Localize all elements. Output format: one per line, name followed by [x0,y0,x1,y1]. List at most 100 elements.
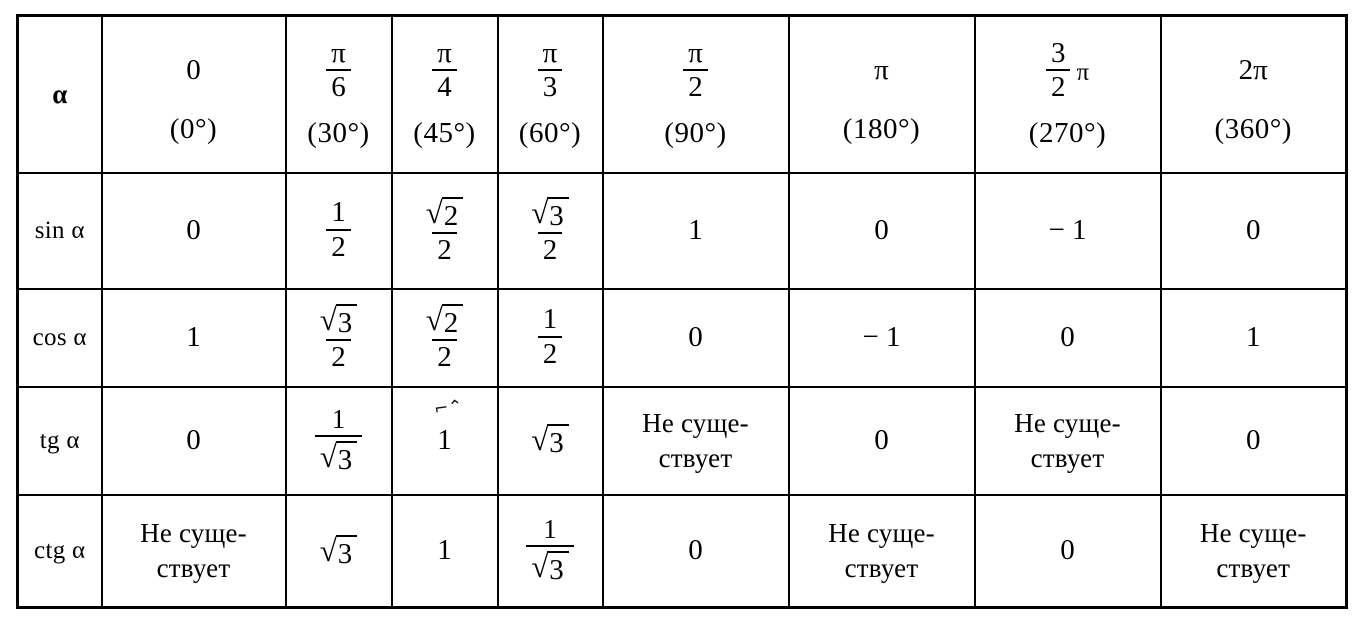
cell-content: 1 [1162,290,1346,386]
angle-degrees: (60°) [518,116,582,149]
value-text: 1 [688,214,703,246]
cell-content: 1 √ 3 [287,388,391,494]
fraction: 1 √ 3 [314,404,363,475]
cell-ctg-4: 0 [601,493,790,609]
cell-content: Не суще- ствует [103,496,285,607]
value-text: 1 [437,534,452,567]
fraction-numerator: 1 [331,196,346,229]
cell-ctg-6: 0 [973,493,1162,609]
radical-sqrt-3: √ 3 [531,549,569,585]
fraction-numerator: √ 3 [315,302,363,339]
value-text: 1 [186,321,201,353]
fraction-denominator: √ 3 [314,434,363,475]
cell-content: √ 2 2 [393,290,497,386]
cell-content: − 1 [976,174,1160,288]
cell-content: α [19,17,101,172]
fraction-denominator: 2 [432,339,457,373]
angle-degrees: (45°) [413,116,476,149]
undefined-value-text: Не суще- ствует [828,518,935,583]
radicand-value: 2 [441,303,464,338]
radical-sqrt-3: √ 3 [531,422,569,459]
angle-header-content: 2π (360°) [1162,17,1346,172]
fraction-numerator: 1 [331,404,346,435]
cell-content: 0 [790,174,974,288]
fraction-numerator: 1 [543,514,557,545]
header-cell-angle-7: 2π (360°) [1159,14,1348,174]
table-header-row: α 0 (0°) π 6 (30°) π 4 (45°) π 3 (60°) π 2 (90°) π (180°… [16,14,1348,174]
cell-tg-3: √ 3 [496,385,604,496]
angle-radians: π6 [326,38,351,103]
radicand-value: 3 [547,196,569,231]
cell-content: 1 [103,290,285,386]
angle-radians: π3 [537,38,563,103]
cell-content: √ 2 2 [393,174,497,288]
value-text: 0 [1060,321,1075,353]
value-text: − 1 [1048,214,1087,246]
radicand-value: 2 [441,196,464,231]
cell-sin-5: 0 [787,171,976,290]
value-text: 0 [688,321,703,353]
pi-symbol: π [1076,58,1090,86]
fraction: π2 [683,36,708,103]
radicand-value: 3 [335,534,358,569]
undefined-value-text: Не суще- ствует [642,407,749,473]
value-text: − 1 [862,321,901,353]
cell-content: 12 [499,290,602,386]
fraction: π4 [432,38,457,103]
cell-ctg-5: Не суще- ствует [787,493,976,609]
fraction-denominator: 2 [326,339,351,373]
angle-radians: 2π [1239,43,1268,99]
cell-cos-5: − 1 [787,287,976,388]
radical-sign-icon: √ [531,548,549,584]
angle-radians-value: π [874,54,889,87]
radical-sqrt-2: √ 2 [426,302,464,338]
cell-content: 0 [103,388,285,494]
undefined-value-text: Не суще- ствует [1014,407,1121,473]
cell-content: 0 [103,174,285,288]
cell-sin-0: 0 [100,171,287,290]
radicand-value: 3 [547,550,569,585]
cell-content: 0 [790,388,974,494]
cell-content: Не суще- ствует [790,496,974,607]
cell-content: ctg α [19,496,101,607]
angle-header-content: π 3 (60°) [499,17,602,172]
cell-content: 0 [1162,388,1346,494]
fraction-denominator: 6 [326,69,351,103]
cell-content: 0 [1162,174,1346,288]
cell-content: cos α [19,290,101,386]
value-text: 0 [874,424,889,456]
fraction-denominator: 2 [537,336,563,370]
row-header-cos: cos α [16,287,103,388]
cell-tg-7: 0 [1159,385,1348,496]
value-text: 0 [186,214,201,246]
angle-radians: π2 [683,36,708,103]
angle-degrees: (30°) [307,116,370,149]
cell-cos-6: 0 [973,287,1162,388]
cell-tg-6: Не суще- ствует [973,385,1162,496]
radicand-value: 3 [547,424,569,459]
fraction-numerator: π [688,36,703,69]
radical-sign-icon: √ [319,301,337,337]
cell-content: √ 3 [499,388,602,494]
cell-content: 12 [287,174,391,288]
fraction-denominator: 2 [432,232,457,266]
cell-tg-2: ⌐‌⌃ 1 [390,385,499,496]
cell-ctg-2: 1 [390,493,499,609]
cell-content: √ 3 [287,496,391,607]
cell-cos-3: 12 [496,287,604,388]
table-row-tg: tg α 0 1 √ 3 ⌐‌⌃ 1 √ 3 Не суще- ствует 0 Не суще- с… [16,385,1348,496]
fraction: √ 3 2 [526,195,574,266]
row-header-ctg: ctg α [16,493,103,609]
radical-sign-icon: √ [425,194,443,230]
cell-sin-2: √ 2 2 [390,171,499,290]
value-text: 0 [874,214,889,246]
table-row-sin: sin α 0 1 2 √ 2 2 √ 3 2 1 0− 10 [16,171,1348,290]
cell-tg-5: 0 [787,385,976,496]
angle-header-content: π 2 (90°) [604,17,788,172]
radicand-value: 3 [335,440,358,475]
header-cell-angle-2: π 4 (45°) [390,14,499,174]
angle-radians-value: 0 [186,54,201,87]
fraction-denominator: 2 [537,232,563,266]
cell-content: Не суще- ствует [604,388,788,494]
fraction-numerator: 3 [1050,36,1066,69]
